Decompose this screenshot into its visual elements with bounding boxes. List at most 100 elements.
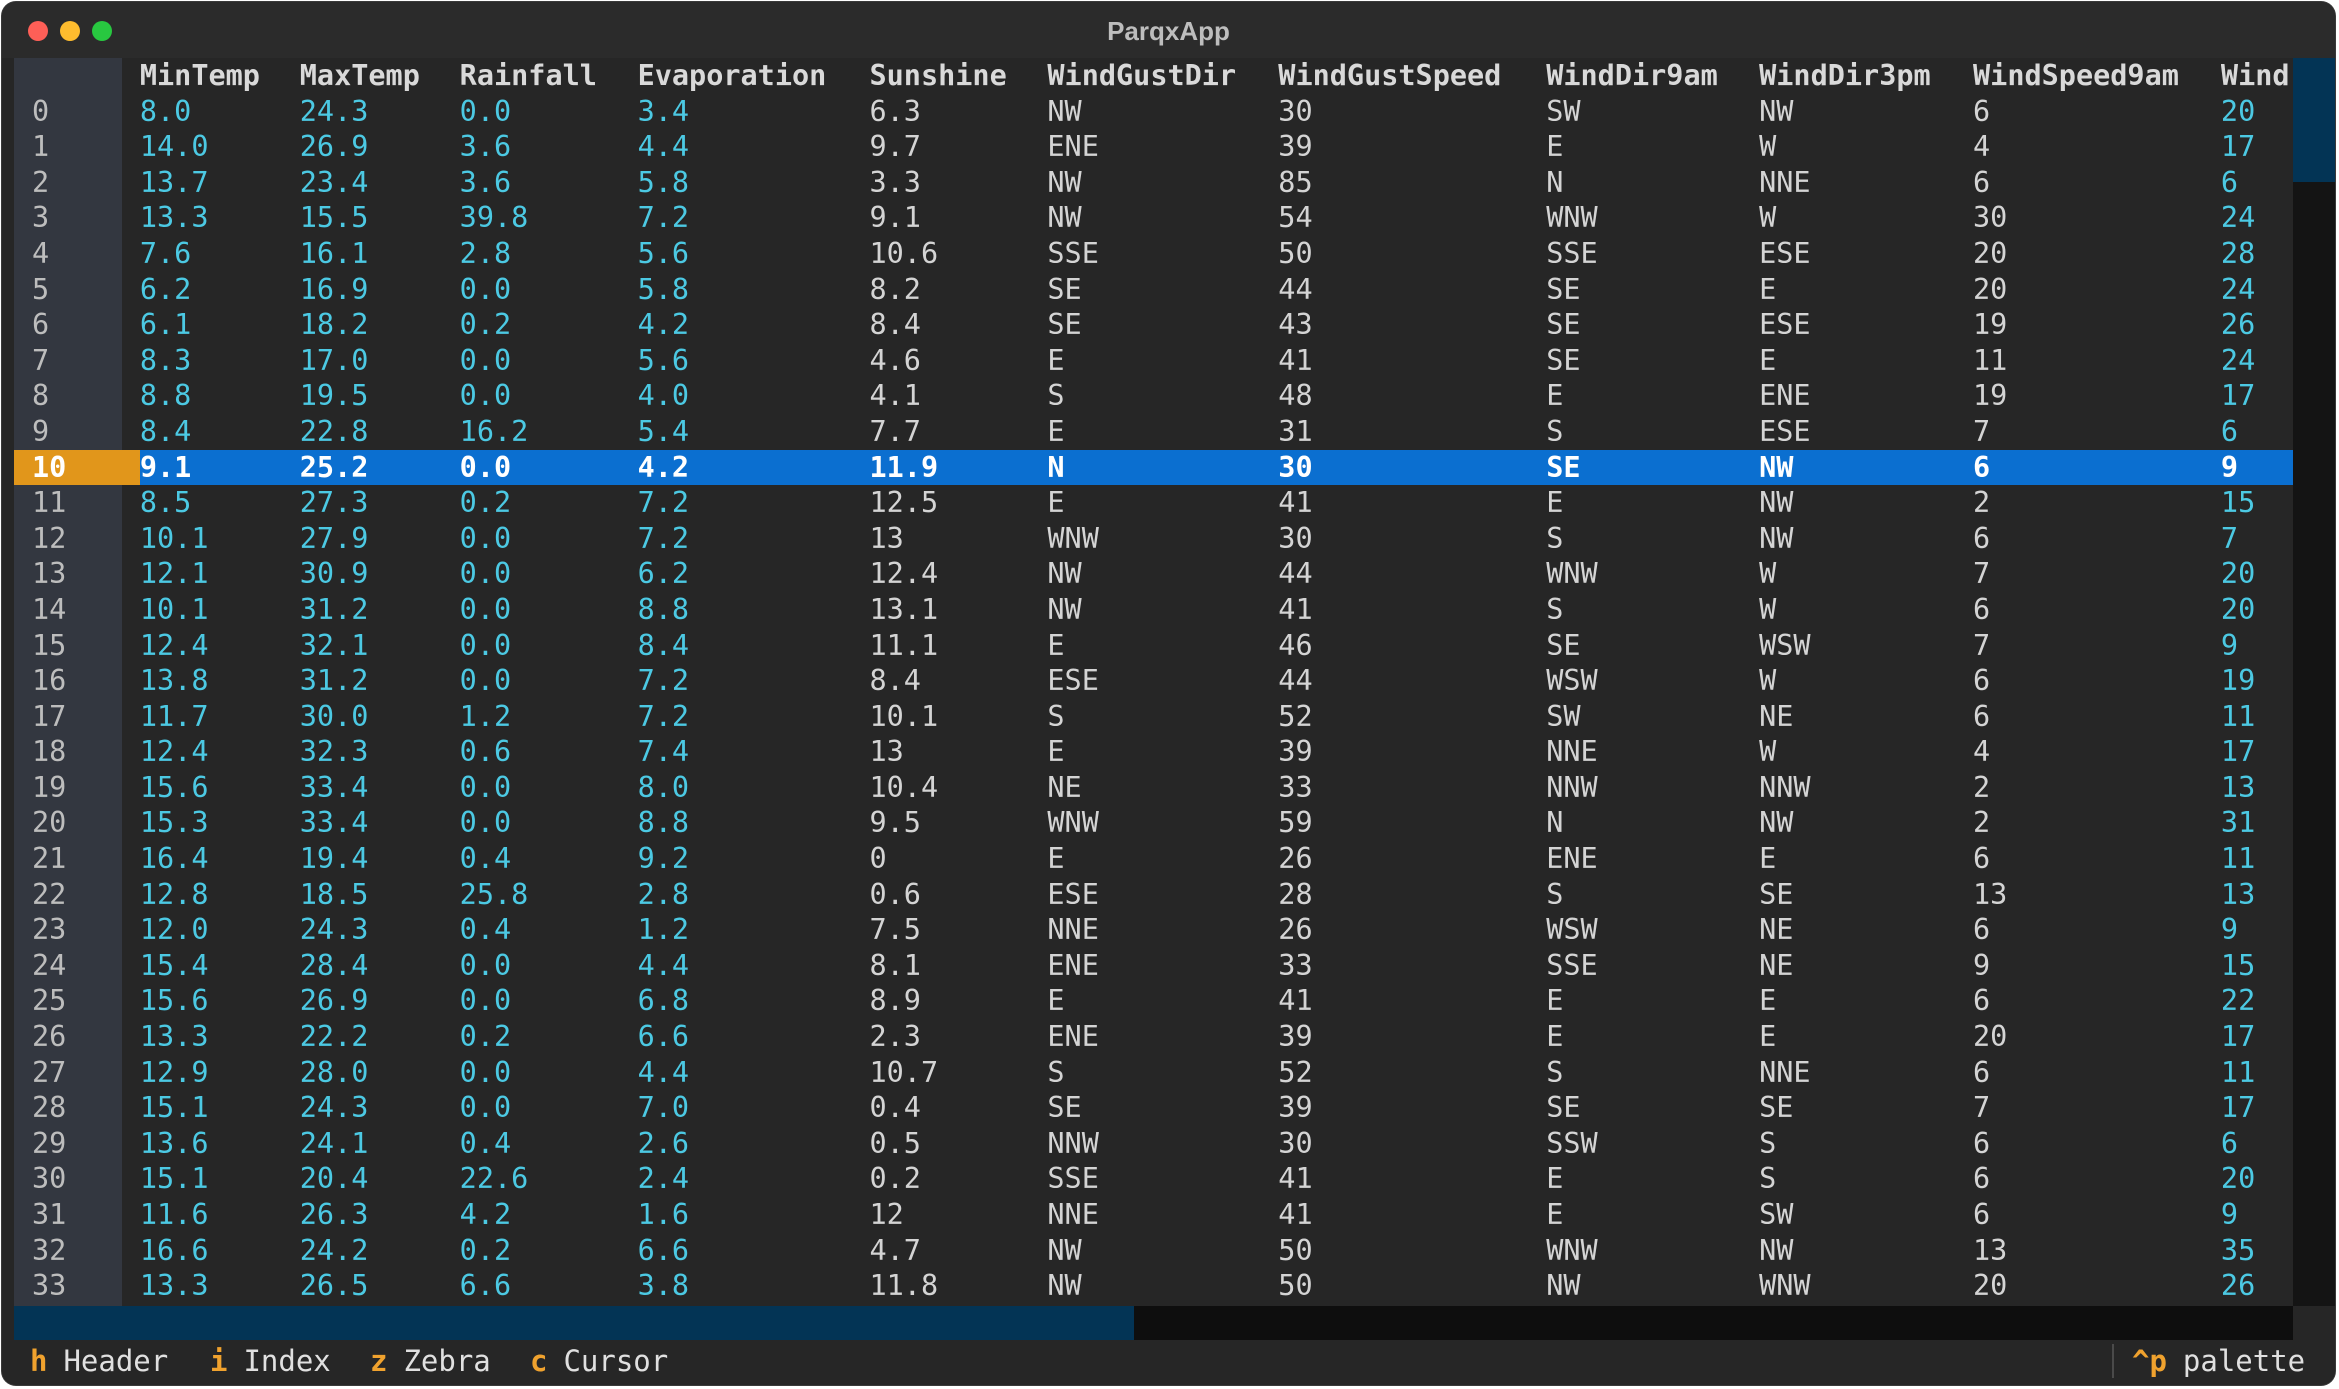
table-cell[interactable]: 8.3 [140, 343, 300, 379]
table-cell[interactable]: W [1759, 734, 1973, 770]
row-index[interactable]: 23 [14, 912, 140, 948]
table-cell[interactable]: 9 [2220, 449, 2293, 486]
footer-binding-header[interactable]: h Header [30, 1344, 168, 1378]
table-cell[interactable]: 12.4 [140, 628, 300, 664]
footer-binding-palette[interactable]: ^p palette [2132, 1344, 2305, 1378]
table-cell[interactable]: NW [1047, 1233, 1278, 1269]
table-row[interactable]: 29 13.6 24.1 0.4 2.6 0.5 NNW 30 SSW S 6 6 [14, 1126, 2293, 1162]
table-cell[interactable]: SE [1759, 1090, 1973, 1126]
table-row[interactable]: 8 8.8 19.5 0.0 4.0 4.1 S 48 E ENE 19 17 [14, 378, 2293, 414]
table-cell[interactable]: S [1047, 378, 1278, 414]
table-cell[interactable]: 30.0 [300, 699, 460, 735]
table-row[interactable]: 24 15.4 28.4 0.0 4.4 8.1 ENE 33 SSE NE 9 15 [14, 948, 2293, 984]
table-cell[interactable]: E [1759, 343, 1973, 379]
table-cell[interactable]: N [1546, 165, 1759, 201]
table-cell[interactable]: 8.9 [869, 983, 1047, 1019]
table-cell[interactable]: 6 [1973, 912, 2221, 948]
table-cell[interactable]: SE [1047, 272, 1278, 308]
table-cell[interactable]: 8.8 [638, 805, 870, 841]
row-index[interactable]: 22 [14, 877, 140, 913]
row-index[interactable]: 11 [14, 485, 140, 521]
table-cell[interactable]: NW [1759, 805, 1973, 841]
row-index[interactable]: 13 [14, 556, 140, 592]
table-cell[interactable]: 13 [2221, 877, 2293, 913]
table-cell[interactable]: 25.8 [460, 877, 638, 913]
table-cell[interactable]: 6 [1973, 1126, 2221, 1162]
table-cell[interactable]: NNW [1047, 1126, 1278, 1162]
row-index[interactable]: 32 [14, 1233, 140, 1269]
table-cell[interactable]: 5.8 [638, 272, 870, 308]
table-cell[interactable]: 32.1 [300, 628, 460, 664]
table-cell[interactable]: NNE [1759, 165, 1973, 201]
table-cell[interactable]: 9.2 [638, 841, 870, 877]
table-cell[interactable]: E [1546, 983, 1759, 1019]
table-cell[interactable]: NE [1759, 912, 1973, 948]
table-cell[interactable]: 28 [2221, 236, 2293, 272]
table-cell[interactable]: 10.4 [869, 770, 1047, 806]
table-cell[interactable]: 13 [2221, 770, 2293, 806]
table-cell[interactable]: 19.5 [300, 378, 460, 414]
table-cell[interactable]: WNW [1546, 200, 1759, 236]
table-cell[interactable]: 85 [1278, 165, 1546, 201]
table-cell[interactable]: S [1759, 1161, 1973, 1197]
table-cell[interactable]: 16.4 [140, 841, 300, 877]
table-cell[interactable]: 11.9 [869, 449, 1048, 486]
table-row[interactable]: 0 8.0 24.3 0.0 3.4 6.3 NW 30 SW NW 6 20 [14, 94, 2293, 130]
table-cell[interactable]: NNE [1759, 1055, 1973, 1091]
table-cell[interactable]: 0.2 [460, 1019, 638, 1055]
table-cell[interactable]: 1.2 [638, 912, 870, 948]
table-cell[interactable]: 25.2 [299, 449, 460, 486]
table-cell[interactable]: 19 [1973, 378, 2221, 414]
table-cell[interactable]: 12.0 [140, 912, 300, 948]
table-cell[interactable]: 0.0 [460, 805, 638, 841]
table-cell[interactable]: 8.0 [638, 770, 870, 806]
table-cell[interactable]: 6 [1973, 983, 2221, 1019]
table-cell[interactable]: SE [1546, 272, 1759, 308]
table-row[interactable]: 22 12.8 18.5 25.8 2.8 0.6 ESE 28 S SE 13 13 [14, 877, 2293, 913]
table-cell[interactable]: 44 [1278, 272, 1546, 308]
table-cell[interactable]: SE [1047, 1090, 1278, 1126]
table-cell[interactable]: 22.8 [300, 414, 460, 450]
table-cell[interactable]: 7.0 [638, 1090, 870, 1126]
table-cell[interactable]: NW [1759, 521, 1973, 557]
table-cell[interactable]: 13.3 [140, 1019, 300, 1055]
row-index[interactable]: 27 [14, 1055, 140, 1091]
table-cell[interactable]: 2.3 [869, 1019, 1047, 1055]
table-cell[interactable]: 9.1 [139, 449, 300, 486]
table-cell[interactable]: 0.0 [460, 94, 638, 130]
table-cell[interactable]: 0.0 [460, 770, 638, 806]
column-header[interactable]: WindGustSpeed [1278, 58, 1546, 94]
table-cell[interactable]: 39 [1278, 1019, 1546, 1055]
table-row[interactable]: 4 7.6 16.1 2.8 5.6 10.6 SSE 50 SSE ESE 20 28 [14, 236, 2293, 272]
table-cell[interactable]: 0.0 [460, 592, 638, 628]
table-cell[interactable]: 13 [1973, 1233, 2221, 1269]
table-cell[interactable]: ESE [1047, 663, 1278, 699]
table-cell[interactable]: 0.2 [460, 485, 638, 521]
row-index[interactable]: 18 [14, 734, 140, 770]
table-row[interactable]: 13 12.1 30.9 0.0 6.2 12.4 NW 44 WNW W 7 20 [14, 556, 2293, 592]
table-cell[interactable]: 11 [2221, 841, 2293, 877]
table-cell[interactable]: E [1759, 983, 1973, 1019]
column-header[interactable]: WindSpeed9am [1973, 58, 2221, 94]
table-cell[interactable]: 30 [1973, 200, 2221, 236]
table-cell[interactable]: SE [1546, 628, 1759, 664]
table-cell[interactable]: 0.0 [460, 556, 638, 592]
table-cell[interactable]: 7.7 [869, 414, 1047, 450]
table-cell[interactable]: E [1759, 272, 1973, 308]
table-cell[interactable]: 31 [1278, 414, 1546, 450]
table-cell[interactable]: WNW [1047, 805, 1278, 841]
table-cell[interactable]: 33.4 [300, 770, 460, 806]
table-cell[interactable]: 19.4 [300, 841, 460, 877]
table-cell[interactable]: 24 [2221, 272, 2293, 308]
table-cell[interactable]: E [1546, 1197, 1759, 1233]
table-cell[interactable]: NW [1759, 94, 1973, 130]
table-cell[interactable]: NE [1759, 948, 1973, 984]
table-cell[interactable]: 17 [2221, 1019, 2293, 1055]
table-cell[interactable]: 39 [1278, 734, 1546, 770]
table-cell[interactable]: ENE [1546, 841, 1759, 877]
table-cell[interactable]: 4.4 [638, 948, 870, 984]
table-cell[interactable]: 24.1 [300, 1126, 460, 1162]
table-cell[interactable]: 20 [1973, 236, 2221, 272]
row-index[interactable]: 1 [14, 129, 140, 165]
table-cell[interactable]: 20 [2221, 556, 2293, 592]
